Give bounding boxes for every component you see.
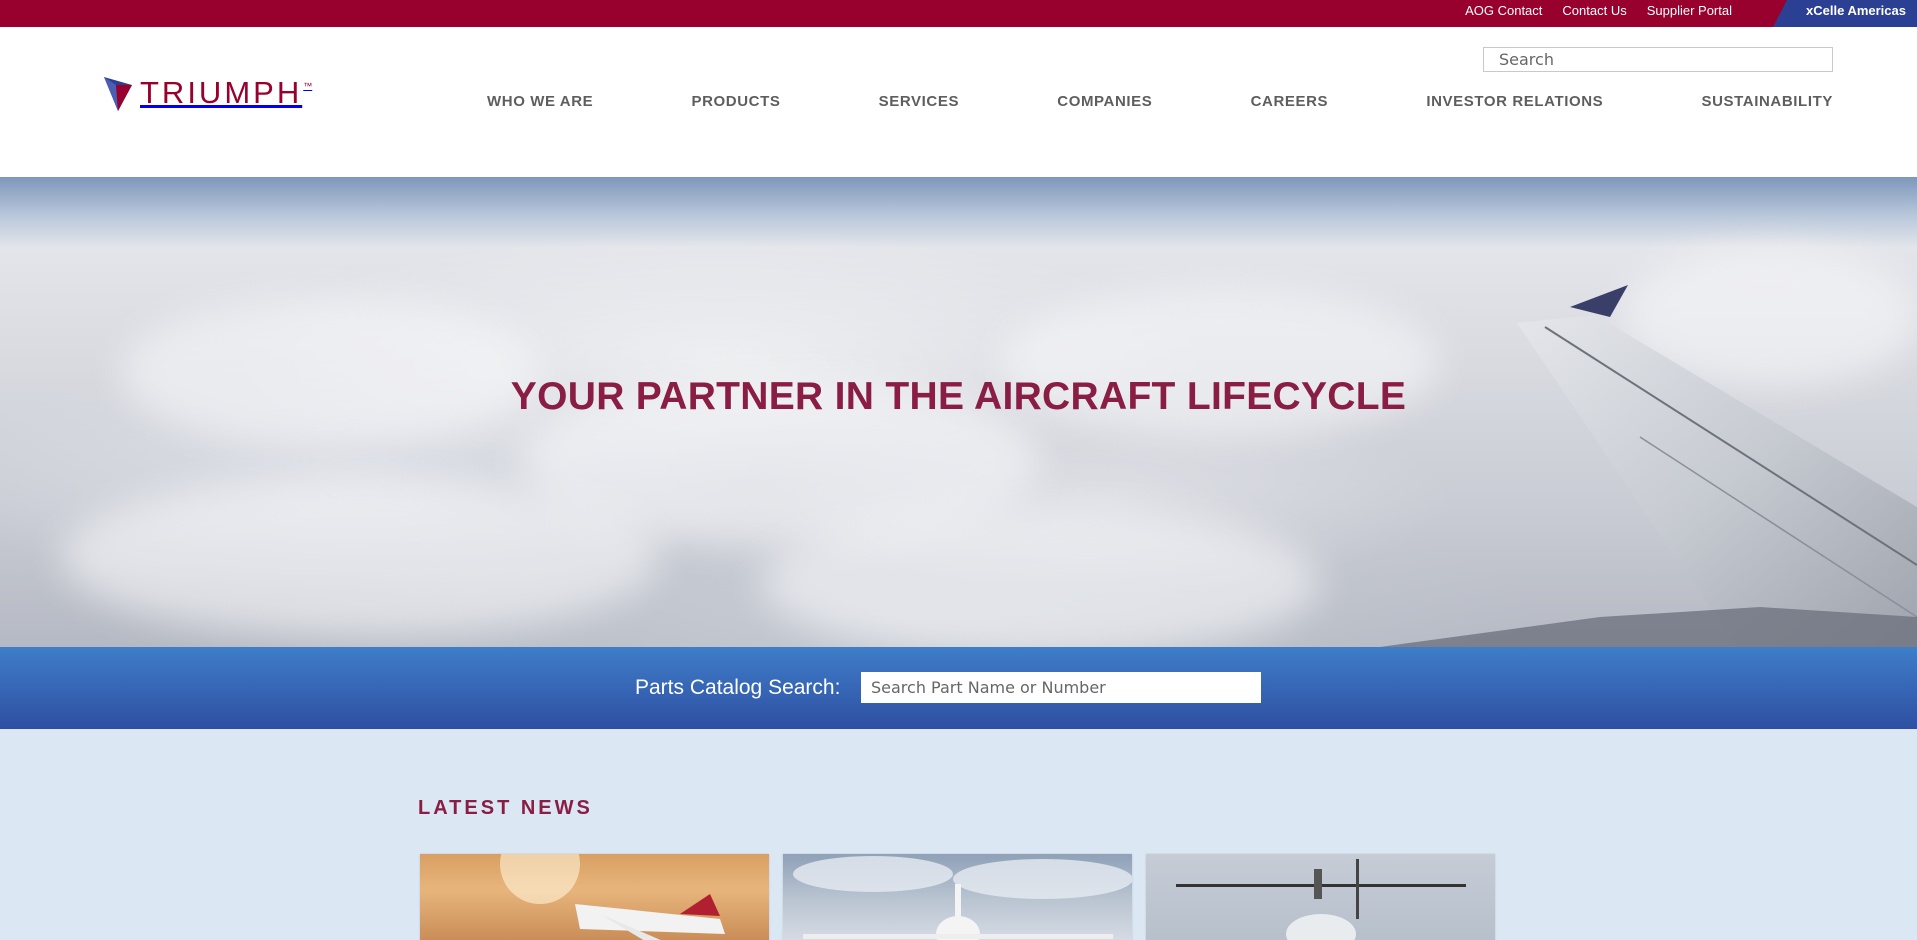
triumph-logo[interactable]: TRIUMPH ™ (104, 75, 312, 111)
news-card-image[interactable] (420, 854, 769, 940)
nav-products[interactable]: PRODUCTS (691, 93, 780, 110)
site-search-input[interactable] (1483, 47, 1833, 72)
news-card-airliner-image (500, 854, 725, 940)
aog-contact-link[interactable]: AOG Contact (1465, 3, 1542, 18)
nav-services[interactable]: SERVICES (879, 93, 959, 110)
news-card-jet-image (793, 856, 1132, 940)
main-nav: WHO WE ARE PRODUCTS SERVICES COMPANIES C… (487, 93, 1833, 110)
region-tab-label: xCelle Americas (1806, 3, 1906, 18)
logo-trademark: ™ (303, 81, 313, 91)
news-card-helicopter-image (1176, 859, 1466, 940)
nav-careers[interactable]: CAREERS (1251, 93, 1329, 110)
supplier-portal-link[interactable]: Supplier Portal (1647, 3, 1732, 18)
latest-news-heading: LATEST NEWS (418, 797, 593, 819)
parts-catalog-label: Parts Catalog Search: (635, 676, 841, 699)
utility-bar: AOG Contact Contact Us Supplier Portal x… (0, 0, 1917, 27)
nav-who-we-are[interactable]: WHO WE ARE (487, 93, 593, 110)
parts-catalog-band: Parts Catalog Search: (0, 647, 1917, 729)
region-tab[interactable]: xCelle Americas (1773, 0, 1917, 27)
logo-wordmark: TRIUMPH (140, 75, 303, 110)
news-card-image[interactable] (1146, 854, 1495, 940)
nav-investor-relations[interactable]: INVESTOR RELATIONS (1426, 93, 1603, 110)
nav-sustainability[interactable]: SUSTAINABILITY (1702, 93, 1833, 110)
hero-title: YOUR PARTNER IN THE AIRCRAFT LIFECYCLE (510, 375, 1407, 418)
nav-companies[interactable]: COMPANIES (1057, 93, 1152, 110)
utility-links: AOG Contact Contact Us Supplier Portal (1465, 0, 1732, 21)
news-card-image[interactable] (783, 854, 1132, 940)
contact-us-link[interactable]: Contact Us (1562, 3, 1626, 18)
hero-banner: YOUR PARTNER IN THE AIRCRAFT LIFECYCLE (0, 177, 1917, 647)
triumph-logo-icon (104, 77, 132, 111)
parts-catalog-search-input[interactable] (861, 672, 1261, 703)
latest-news-section: LATEST NEWS (0, 729, 1917, 940)
site-header: TRIUMPH ™ WHO WE ARE PRODUCTS SERVICES C… (0, 27, 1917, 177)
